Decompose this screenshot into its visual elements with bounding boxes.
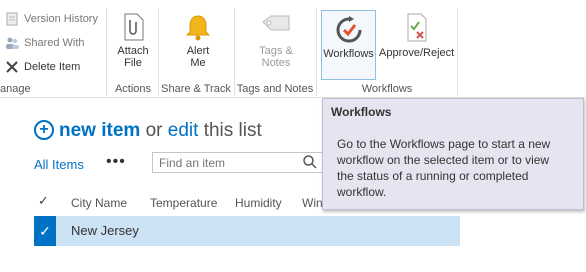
table-row[interactable]: ✓ New Jersey	[34, 216, 460, 246]
alert-me-button[interactable]: Alert Me	[178, 10, 218, 78]
shared-with-label: Shared With	[24, 37, 85, 49]
workflows-button[interactable]: Workflows	[321, 10, 376, 80]
approve-reject-button[interactable]: Approve/Reject	[379, 10, 454, 78]
workflows-icon	[336, 16, 361, 43]
delete-x-icon	[6, 61, 18, 73]
title-rest-text: this list	[203, 120, 262, 141]
view-all-items[interactable]: All Items	[34, 157, 84, 172]
column-header-city[interactable]: City Name	[71, 196, 127, 210]
approve-reject-icon	[407, 13, 426, 42]
row-checkmark-icon[interactable]: ✓	[34, 216, 56, 246]
delete-item-label: Delete Item	[24, 61, 81, 73]
title-or-text: or	[145, 120, 163, 141]
version-history-icon	[6, 12, 18, 26]
attach-file-button[interactable]: Attach File	[110, 10, 156, 78]
version-history-label: Version History	[24, 13, 98, 25]
approve-reject-label: Approve/Reject	[379, 47, 455, 59]
edit-link[interactable]: edit	[168, 120, 199, 141]
tag-icon	[262, 15, 290, 31]
version-history-button[interactable]: Version History	[4, 9, 98, 29]
attach-file-label: Attach File	[117, 45, 149, 69]
ribbon-separator	[457, 8, 458, 96]
tags-notes-label: Tags & Notes	[259, 45, 293, 69]
bell-icon	[185, 15, 211, 41]
row-city-cell: New Jersey	[71, 223, 139, 238]
list-title: + new item or edit this list	[34, 120, 262, 142]
workflows-label: Workflows	[323, 48, 374, 60]
tags-notes-group-label: Tags and Notes	[236, 83, 314, 95]
delete-item-button[interactable]: Delete Item	[4, 57, 80, 77]
search-icon[interactable]	[302, 154, 318, 170]
workflows-tooltip: Workflows Go to the Workflows page to st…	[322, 98, 584, 210]
column-header-humidity[interactable]: Humidity	[235, 196, 282, 210]
ribbon-separator	[316, 8, 317, 96]
share-track-group-label: Share & Track	[161, 83, 231, 95]
shared-with-button[interactable]: Shared With	[4, 33, 85, 53]
ribbon: Version History Shared With Delete Item …	[0, 0, 586, 98]
column-header-wind[interactable]: Win	[302, 196, 323, 210]
attach-file-icon	[124, 13, 144, 41]
ribbon-separator	[106, 8, 107, 96]
tooltip-body: Go to the Workflows page to start a new …	[337, 137, 551, 199]
select-all-checkmark-icon[interactable]: ✓	[38, 193, 49, 209]
alert-me-label: Alert Me	[186, 45, 210, 69]
manage-group-label: anage	[0, 83, 31, 95]
add-icon[interactable]: +	[34, 120, 54, 140]
tooltip-title: Workflows	[331, 105, 392, 119]
workflows-group-label: Workflows	[361, 83, 413, 95]
more-options-icon[interactable]: •••	[106, 153, 126, 171]
actions-group-label: Actions	[114, 83, 152, 95]
tags-notes-button[interactable]: Tags & Notes	[252, 10, 300, 78]
column-header-temperature[interactable]: Temperature	[150, 196, 217, 210]
people-icon	[6, 37, 19, 49]
new-item-link[interactable]: new item	[59, 120, 140, 141]
